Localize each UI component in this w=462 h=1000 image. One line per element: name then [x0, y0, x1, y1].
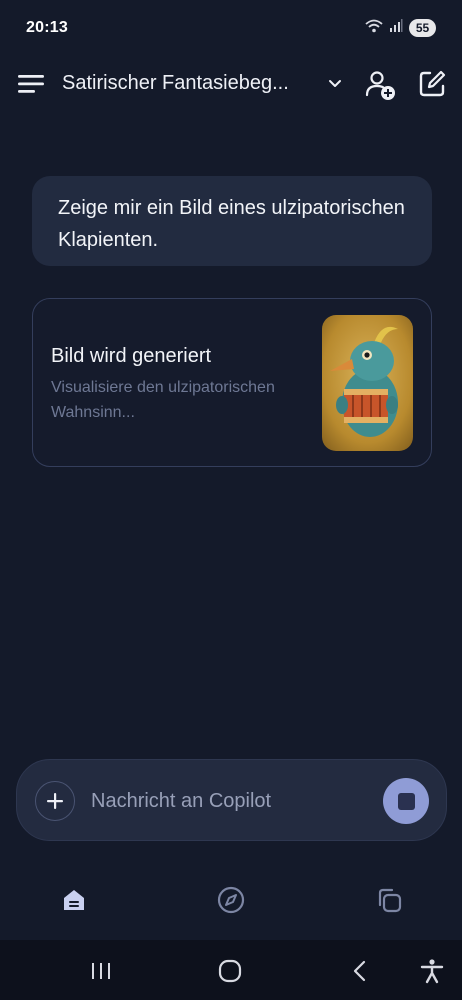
plus-icon[interactable]: [35, 781, 75, 821]
chat-title[interactable]: Satirischer Fantasiebeg...: [62, 72, 317, 95]
message-input[interactable]: [91, 786, 371, 816]
battery-icon: 55: [409, 19, 436, 37]
home-circle-icon[interactable]: [215, 956, 245, 986]
new-chat-icon[interactable]: [416, 68, 448, 100]
back-icon[interactable]: [345, 956, 375, 986]
wifi-icon: [365, 18, 383, 39]
user-message-bubble: Zeige mir ein Bild eines ulzipatorischen…: [32, 176, 432, 266]
generation-subtitle: Visualisiere den ulzipatorischen Wahnsin…: [51, 379, 275, 421]
home-icon[interactable]: [56, 882, 92, 918]
status-time: 20:13: [26, 19, 68, 36]
stop-icon[interactable]: [383, 778, 429, 824]
generation-title: Bild wird generiert: [51, 345, 212, 367]
image-generation-card[interactable]: Bild wird generiert Visualisiere den ulz…: [32, 298, 432, 467]
menu-icon[interactable]: [16, 70, 46, 98]
top-bar: Satirischer Fantasiebeg...: [0, 62, 462, 106]
message-composer: [16, 759, 447, 841]
discover-icon[interactable]: [213, 882, 249, 918]
accessibility-icon[interactable]: [417, 956, 447, 986]
user-message-text: Zeige mir ein Bild eines ulzipatorischen…: [58, 197, 405, 251]
chevron-down-icon[interactable]: [326, 74, 344, 92]
generated-image-thumbnail[interactable]: [322, 315, 413, 451]
add-person-icon[interactable]: [364, 68, 398, 102]
recents-icon[interactable]: [86, 956, 116, 986]
system-nav-bar: [0, 940, 462, 1000]
bottom-nav: [0, 870, 462, 930]
status-bar: 20:13 55: [0, 0, 462, 56]
pages-icon[interactable]: [371, 882, 407, 918]
signal-icon: [389, 18, 403, 38]
status-icons: 55: [365, 18, 436, 39]
stop-square: [397, 792, 415, 810]
